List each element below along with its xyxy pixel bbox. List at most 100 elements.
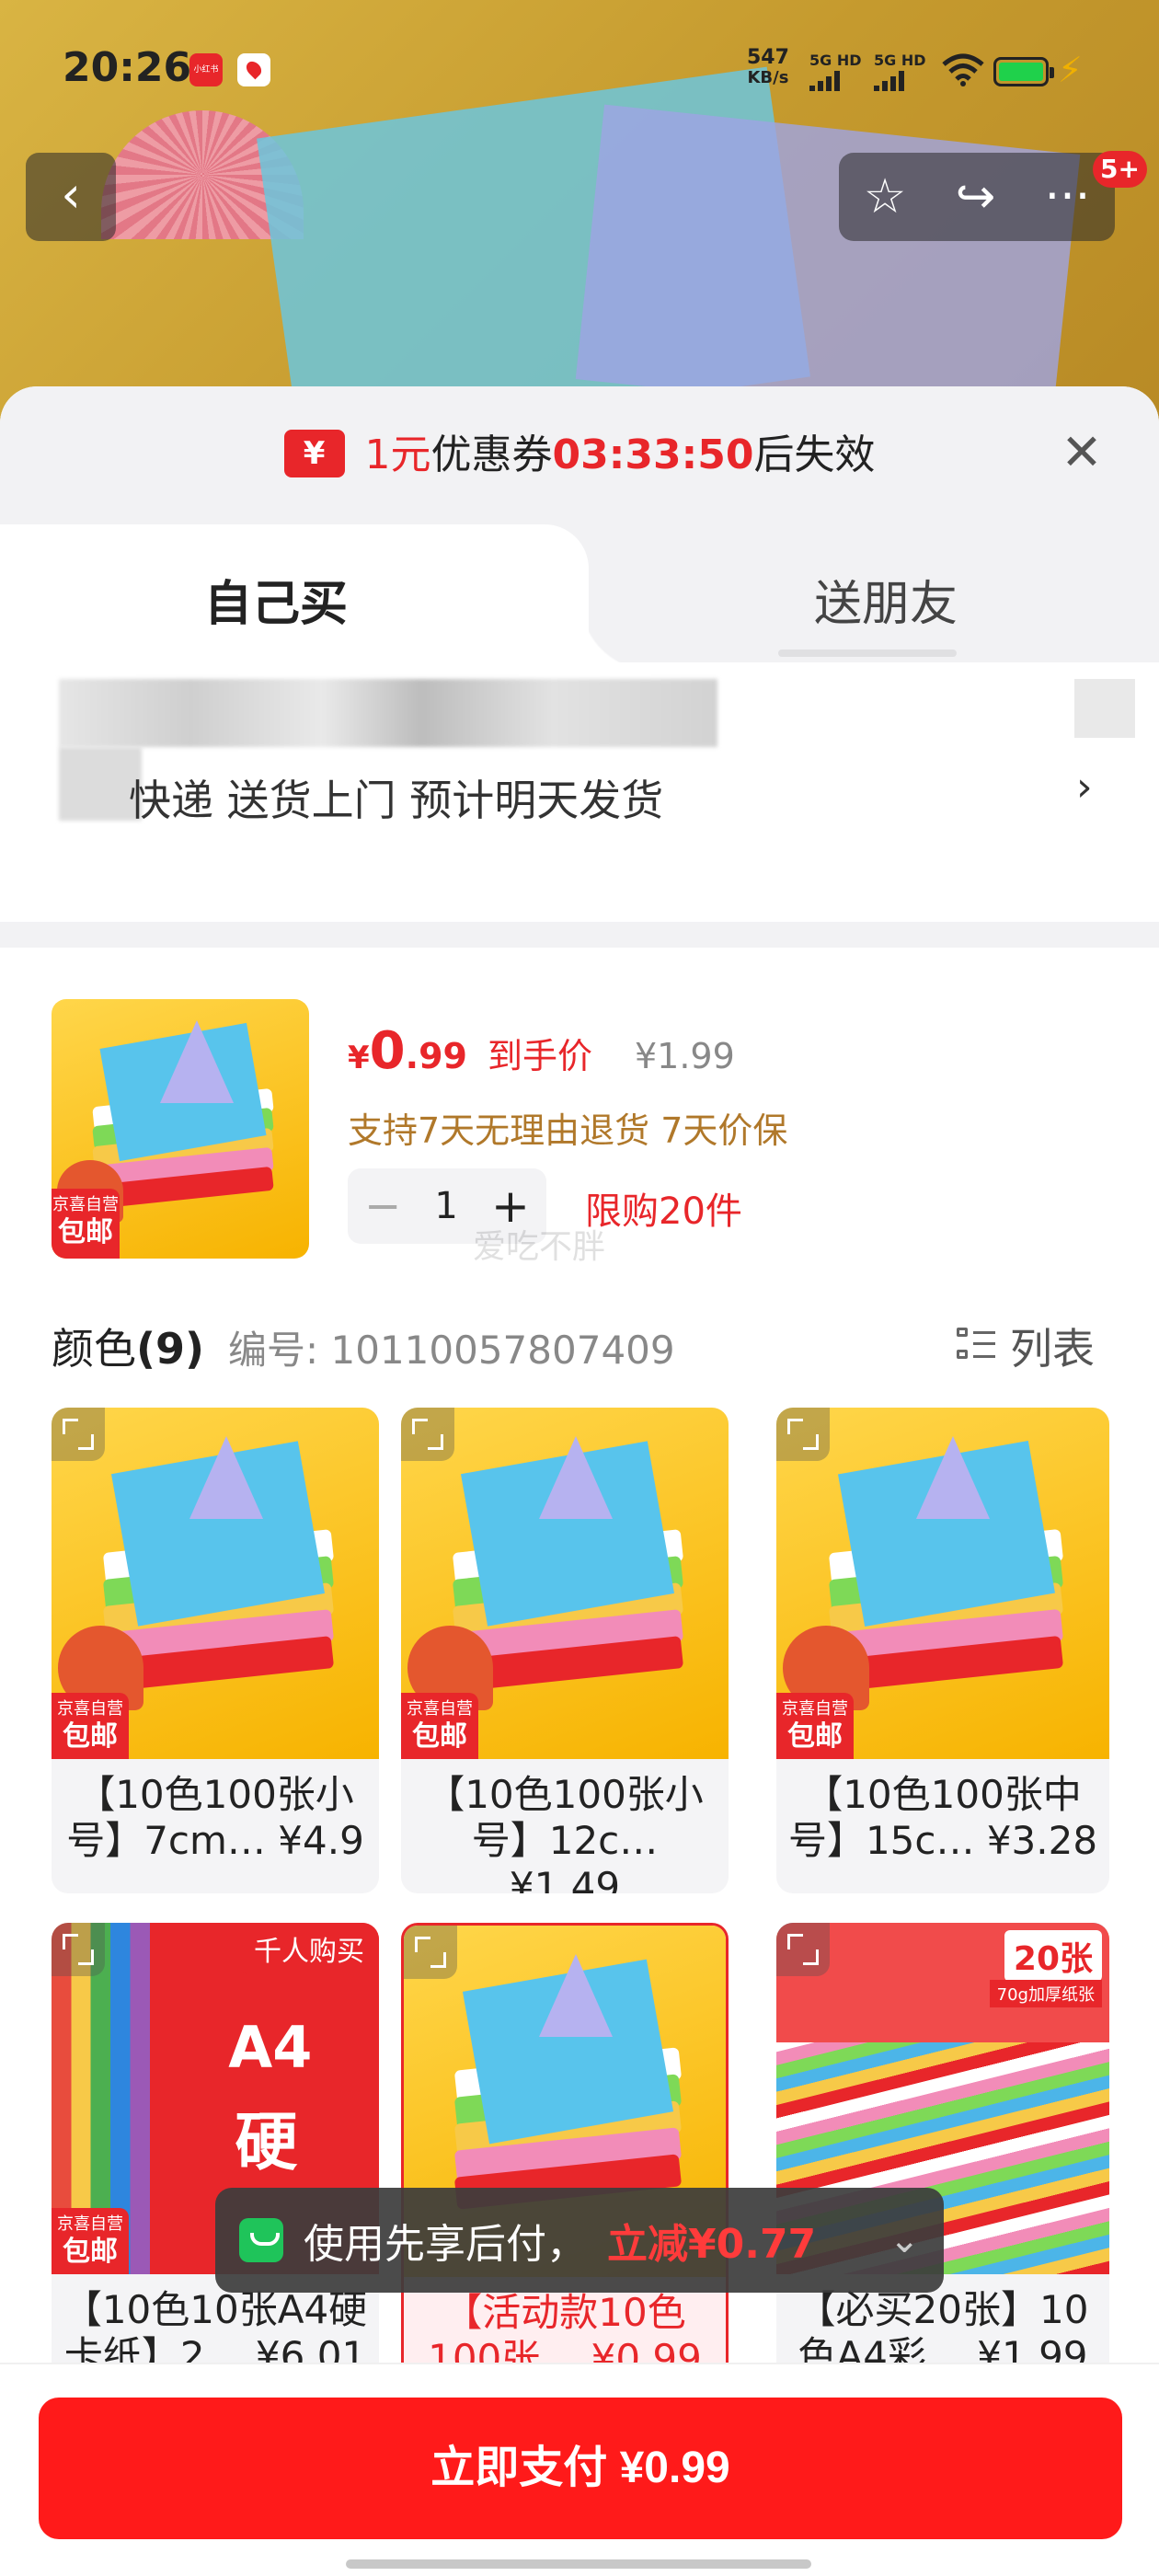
address-row[interactable]: 快递 送货上门 预计明天发货 ›: [0, 679, 1159, 900]
more-icon[interactable]: ···: [1045, 153, 1091, 241]
coupon-text: 优惠券: [430, 431, 553, 478]
art-text-hard: 硬: [235, 2107, 298, 2180]
network-speed: 547 KB/s: [747, 48, 789, 88]
expand-icon[interactable]: [52, 1923, 105, 1976]
home-indicator: [346, 2559, 811, 2569]
chevron-down-icon[interactable]: ⌄: [889, 2219, 920, 2261]
tab-buy-for-self[interactable]: 自己买: [0, 524, 653, 672]
tab-gift-to-friend[interactable]: 送朋友: [814, 565, 958, 634]
variant-card[interactable]: 20张 70g加厚纸张 【必买20张】10色A4彩… ¥1.99: [776, 1923, 1109, 2409]
address-redacted-small: [1074, 679, 1135, 738]
variant-card[interactable]: 京喜自营 包邮 【10色100张小号】12c… ¥1.49: [401, 1408, 729, 1893]
purchase-limit: 限购20件: [585, 1190, 742, 1233]
notification-badge: 5+: [1093, 151, 1147, 188]
self-operated-badge: 京喜自营 包邮: [776, 1693, 854, 1759]
variant-caption: 【10色100张中号】15c… ¥3.28: [787, 1772, 1098, 1863]
pay-later-toast[interactable]: 使用先享后付， 立减¥0.77 ⌄: [215, 2188, 944, 2293]
color-section-title: 颜色(9): [52, 1316, 204, 1376]
pay-now-button[interactable]: 立即支付 ¥0.99: [39, 2398, 1122, 2539]
variant-image: 京喜自营 包邮: [401, 1408, 729, 1759]
expand-icon[interactable]: [776, 1408, 830, 1461]
badge-top-text: 京喜自营: [57, 1699, 123, 1719]
charging-bolt-icon: ⚡: [1058, 50, 1083, 90]
share-icon[interactable]: ↪: [956, 153, 996, 241]
signal-sim1: 5G HD: [809, 52, 862, 91]
delivery-info: 快递 送货上门 预计明天发货: [129, 776, 664, 825]
expand-icon[interactable]: [776, 1923, 830, 1976]
variant-card[interactable]: 京喜自营 包邮 【10色100张小号】7cm… ¥4.9: [52, 1408, 379, 1893]
quantity-value[interactable]: 1: [434, 1185, 457, 1227]
coupon-suffix: 后失效: [753, 431, 876, 478]
art-label-20: 20张: [1004, 1930, 1102, 1982]
list-icon: [957, 1326, 997, 1366]
network-speed-unit: KB/s: [747, 68, 789, 87]
favorite-icon[interactable]: ☆: [864, 153, 907, 241]
address-redacted: [59, 679, 717, 747]
network-speed-value: 547: [747, 46, 789, 69]
self-operated-badge: 京喜自营 包邮: [52, 1693, 129, 1759]
badge-bottom-text: 包邮: [63, 1720, 118, 1753]
color-count: (9): [136, 1324, 205, 1374]
variant-card-selected[interactable]: 【活动款10色100张… ¥0.99: [401, 1923, 729, 2409]
shopping-bag-icon: [239, 2218, 283, 2262]
status-bar: 20:26 小红书 547 KB/s 5G HD 5G HD ⚡: [0, 0, 1159, 138]
decrease-button[interactable]: −: [364, 1180, 401, 1232]
variant-caption: 【10色100张小号】7cm… ¥4.9: [66, 1772, 364, 1863]
popularity-badge: 千人购买: [239, 1923, 379, 1974]
signal-sim2: 5G HD: [874, 52, 926, 91]
signal-bars-icon: [809, 71, 862, 91]
coupon-icon: ¥: [283, 430, 345, 477]
product-thumbnail[interactable]: 京喜自营 包邮: [52, 999, 309, 1259]
badge-bottom-text: 包邮: [58, 1216, 113, 1248]
tab-self-label: 自己买: [204, 577, 349, 632]
list-view-toggle[interactable]: 列表: [957, 1316, 1095, 1376]
self-operated-badge: 京喜自营 包邮: [52, 1189, 120, 1259]
xiaohongshu-app-icon: 小红书: [189, 53, 223, 86]
art-text-a4: A4: [228, 2014, 313, 2082]
variant-caption: 【10色100张小号】12c… ¥1.49: [426, 1772, 704, 1893]
wifi-icon: [942, 53, 984, 86]
watermark: 爱吃不胖: [473, 1228, 606, 1266]
price-decimal: .99: [405, 1036, 467, 1076]
variant-card[interactable]: 京喜自营 包邮 【10色100张中号】15c… ¥3.28: [776, 1408, 1109, 1893]
coupon-banner: ¥1元优惠券03:33:50后失效: [0, 421, 1159, 481]
badge-top-text: 京喜自营: [407, 1699, 473, 1719]
variant-image: 京喜自营 包邮: [52, 1408, 379, 1759]
section-divider: [0, 922, 1159, 948]
badge-top-text: 京喜自营: [52, 1195, 119, 1214]
bottom-bar: 立即支付 ¥0.99: [0, 2363, 1159, 2576]
self-operated-badge: 京喜自营 包邮: [401, 1693, 478, 1759]
price-row: ¥ 0 .99 到手价 ¥1.99: [348, 1021, 735, 1081]
tab-indicator: [778, 650, 957, 657]
variant-card[interactable]: A4 硬 千人购买 京喜自营 包邮 【10色10张A4硬卡纸】2… ¥6.01: [52, 1923, 379, 2409]
service-guarantee: 支持7天无理由退货 7天价保: [348, 1110, 788, 1151]
map-app-icon: [237, 53, 270, 86]
purchase-tabs: 自己买 送朋友: [0, 524, 1159, 672]
badge-bottom-text: 包邮: [412, 1720, 467, 1753]
toast-discount: 立减¥0.77: [607, 2221, 817, 2268]
price-integer: 0: [369, 1021, 406, 1081]
back-button[interactable]: ‹: [26, 153, 116, 241]
price-currency: ¥: [348, 1040, 370, 1076]
list-label: 列表: [1010, 1324, 1095, 1374]
battery-icon: [993, 57, 1054, 86]
expand-icon[interactable]: [52, 1408, 105, 1461]
final-price-label: 到手价: [487, 1036, 592, 1076]
sim2-label: 5G HD: [874, 52, 926, 69]
toast-text: 使用先享后付，: [304, 2221, 587, 2268]
coupon-countdown: 03:33:50: [552, 431, 754, 478]
self-operated-badge: 京喜自营 包邮: [52, 2208, 129, 2274]
expand-icon[interactable]: [401, 1408, 454, 1461]
close-icon[interactable]: ✕: [1058, 428, 1106, 478]
original-price: ¥1.99: [634, 1036, 735, 1076]
badge-bottom-text: 包邮: [63, 2236, 118, 2268]
clock: 20:26: [63, 44, 192, 91]
chevron-right-icon: ›: [1076, 764, 1093, 811]
signal-bars-icon: [874, 71, 926, 91]
badge-top-text: 京喜自营: [782, 1699, 848, 1719]
color-title: 颜色: [52, 1324, 136, 1374]
variant-image: 京喜自营 包邮: [776, 1408, 1109, 1759]
sim1-label: 5G HD: [809, 52, 862, 69]
expand-icon[interactable]: [404, 1926, 457, 1979]
coupon-amount: 1元: [364, 431, 431, 478]
